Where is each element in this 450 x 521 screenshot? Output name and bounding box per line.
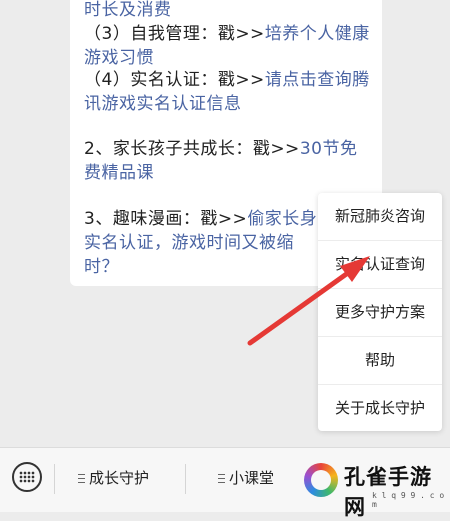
link-comic-part2: 实名认证，游戏时间又被缩 bbox=[84, 233, 294, 253]
tab-growth-guard[interactable]: 成长守护 bbox=[78, 463, 149, 493]
watermark-logo: 孔雀手游网 k l q 9 9 . c o m bbox=[300, 455, 450, 519]
item-prefix: （4）实名认证：戳>> bbox=[84, 70, 265, 90]
menu-item-covid-consult[interactable]: 新冠肺炎咨询 bbox=[318, 193, 442, 241]
menu-item-realname-query[interactable]: 实名认证查询 bbox=[318, 241, 442, 289]
tab-label: 小课堂 bbox=[229, 469, 275, 487]
item-prefix: （3）自我管理：戳>> bbox=[84, 24, 265, 44]
popup-menu: 新冠肺炎咨询 实名认证查询 更多守护方案 帮助 关于成长守护 bbox=[318, 193, 442, 431]
item-prefix: 3、趣味漫画：戳>> bbox=[84, 209, 248, 229]
peacock-logo-icon bbox=[304, 463, 338, 497]
message-item-parent-child: 2、家长孩子共成长：戳>>30节免费精品课 bbox=[84, 137, 374, 185]
menu-bars-icon bbox=[78, 474, 85, 483]
message-line-top: 时长及消费 bbox=[84, 0, 374, 22]
item-prefix: 2、家长孩子共成长：戳>> bbox=[84, 139, 300, 159]
message-item-self-management: （3）自我管理：戳>>培养个人健康游戏习惯 bbox=[84, 22, 374, 70]
menu-item-more-plans[interactable]: 更多守护方案 bbox=[318, 289, 442, 337]
link-comic-part1: 偷家长身 bbox=[247, 209, 318, 229]
divider bbox=[54, 464, 55, 494]
comic-suffix[interactable]: 时？ bbox=[84, 257, 119, 277]
tab-label: 成长守护 bbox=[89, 469, 150, 487]
message-item-realname: （4）实名认证：戳>>请点击查询腾讯游戏实名认证信息 bbox=[84, 68, 374, 116]
menu-item-about[interactable]: 关于成长守护 bbox=[318, 385, 442, 432]
watermark-sub: k l q 9 9 . c o m bbox=[372, 491, 445, 509]
menu-bars-icon bbox=[218, 474, 225, 483]
divider bbox=[185, 464, 186, 494]
link-time-consumption[interactable]: 时长及消费 bbox=[84, 0, 172, 20]
menu-item-help[interactable]: 帮助 bbox=[318, 337, 442, 385]
keyboard-toggle-icon[interactable] bbox=[12, 462, 42, 492]
tab-mini-class[interactable]: 小课堂 bbox=[218, 463, 274, 493]
